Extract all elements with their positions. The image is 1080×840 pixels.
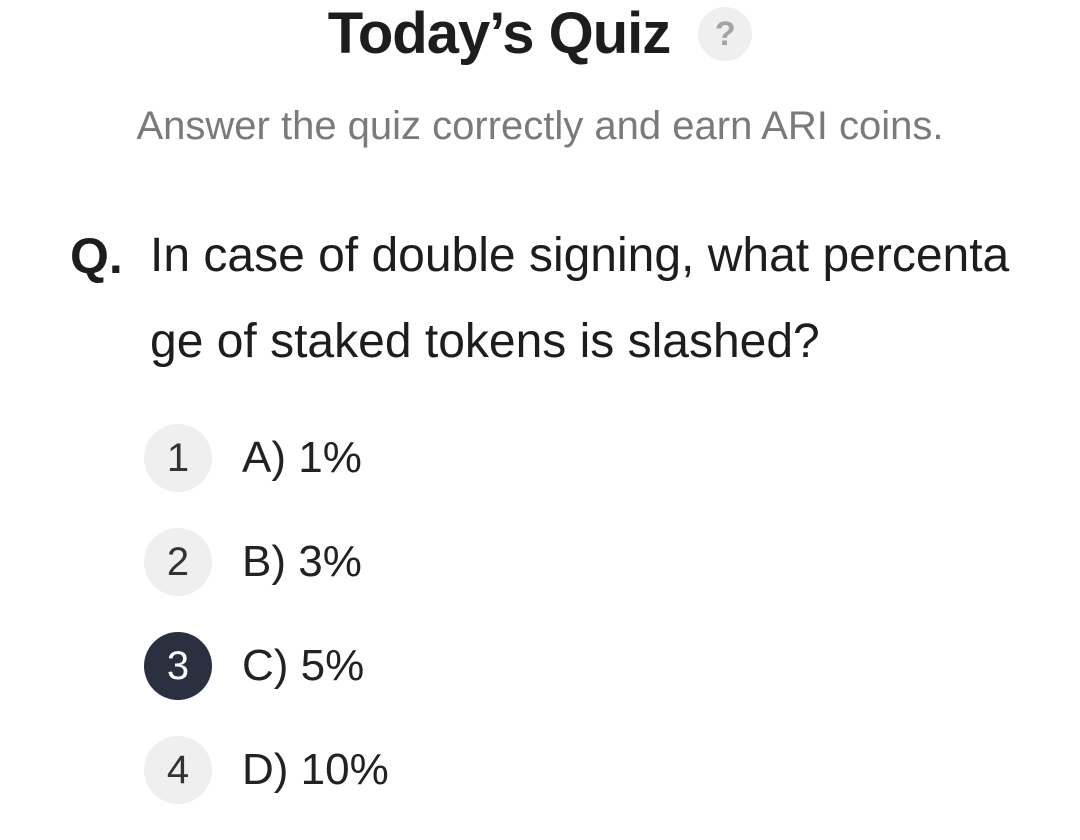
option-number-badge: 4 [144,736,212,804]
option-number-badge: 1 [144,424,212,492]
answer-option-3[interactable]: 3 C) 5% [144,632,944,700]
option-label: D) 10% [242,745,389,794]
option-number-badge: 2 [144,528,212,596]
option-label: A) 1% [242,433,362,482]
page-subtitle: Answer the quiz correctly and earn ARI c… [136,104,944,148]
question-block: Q. In case of double signing, what perce… [70,222,1040,385]
page-title: Today’s Quiz [327,1,671,66]
option-label: C) 5% [242,641,365,690]
option-label: B) 3% [242,537,362,586]
option-number-badge: 3 [144,632,212,700]
quiz-header: Today’s Quiz ? [0,0,1080,68]
question-mark-icon[interactable]: ? [698,7,753,61]
answer-option-1[interactable]: 1 A) 1% [144,424,944,492]
answer-options: 1 A) 1% 2 B) 3% 3 C) 5% 4 D) 10% [144,424,944,840]
question-text: In case of double signing, what percenta… [150,229,1010,368]
answer-option-2[interactable]: 2 B) 3% [144,528,944,596]
help-symbol: ? [714,14,736,53]
answer-option-4[interactable]: 4 D) 10% [144,736,944,804]
question-prefix: Q. [70,228,123,284]
